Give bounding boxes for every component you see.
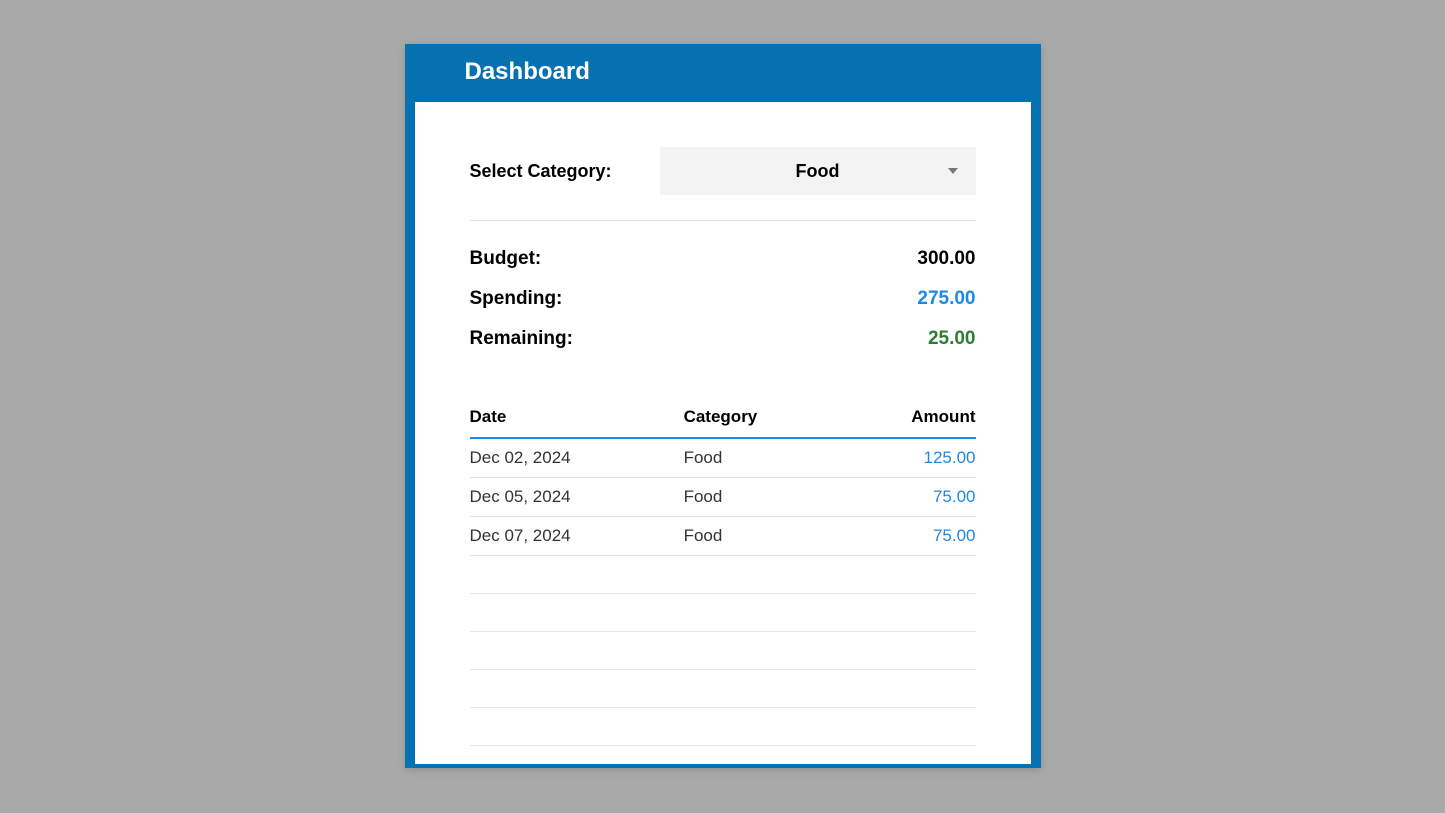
card-body: Select Category: Food Budget: 300.00 Spe… [415, 102, 1031, 764]
cell-amount: 75.00 [840, 478, 976, 517]
col-date: Date [470, 399, 684, 438]
table-row-empty [470, 556, 976, 594]
budget-value: 300.00 [917, 248, 975, 270]
cell-amount: 125.00 [840, 438, 976, 478]
remaining-row: Remaining: 25.00 [470, 319, 976, 359]
category-dropdown-value: Food [796, 161, 840, 182]
cell-category: Food [684, 438, 840, 478]
table-row: Dec 07, 2024 Food 75.00 [470, 517, 976, 556]
cell-amount: 75.00 [840, 517, 976, 556]
card-title: Dashboard [405, 44, 1041, 102]
cell-date: Dec 07, 2024 [470, 517, 684, 556]
spending-value: 275.00 [917, 288, 975, 310]
cell-category: Food [684, 478, 840, 517]
category-dropdown[interactable]: Food [660, 147, 976, 195]
table-row: Dec 05, 2024 Food 75.00 [470, 478, 976, 517]
table-header-row: Date Category Amount [470, 399, 976, 438]
table-row-empty [470, 594, 976, 632]
chevron-down-icon [948, 168, 958, 174]
cell-date: Dec 02, 2024 [470, 438, 684, 478]
transactions-table: Date Category Amount Dec 02, 2024 Food 1… [470, 399, 976, 746]
summary-section: Budget: 300.00 Spending: 275.00 Remainin… [470, 221, 976, 399]
table-row-empty [470, 632, 976, 670]
table-row-empty [470, 708, 976, 746]
dashboard-card: Dashboard Select Category: Food Budget: … [405, 44, 1041, 768]
table-row-empty [470, 670, 976, 708]
spending-label: Spending: [470, 288, 563, 310]
col-amount: Amount [840, 399, 976, 438]
budget-label: Budget: [470, 248, 542, 270]
remaining-label: Remaining: [470, 328, 573, 350]
budget-row: Budget: 300.00 [470, 239, 976, 279]
cell-date: Dec 05, 2024 [470, 478, 684, 517]
select-category-label: Select Category: [470, 161, 612, 182]
table-row: Dec 02, 2024 Food 125.00 [470, 438, 976, 478]
remaining-value: 25.00 [928, 328, 976, 350]
col-category: Category [684, 399, 840, 438]
spending-row: Spending: 275.00 [470, 279, 976, 319]
category-selector-row: Select Category: Food [470, 147, 976, 221]
cell-category: Food [684, 517, 840, 556]
